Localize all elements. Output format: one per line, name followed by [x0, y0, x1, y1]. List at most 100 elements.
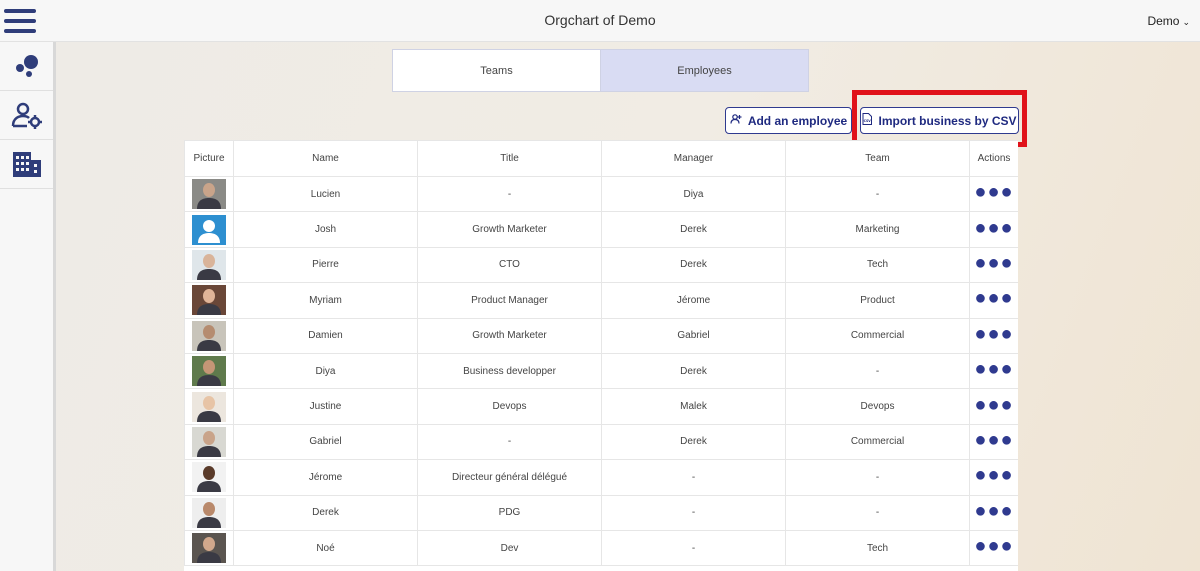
manager-cell: Derek	[601, 352, 786, 390]
title-cell: Growth Marketer	[417, 317, 602, 354]
team-cell: Product	[785, 282, 970, 319]
team-cell: Devops	[785, 388, 970, 425]
title-cell: -	[417, 423, 602, 461]
more-actions-icon[interactable]: ●●●	[974, 217, 1013, 239]
more-actions-icon[interactable]: ●●●	[974, 535, 1013, 557]
picture-cell	[184, 246, 234, 284]
table-row[interactable]: Lucien - Diya - ●●●	[184, 175, 1018, 213]
manager-cell: -	[601, 459, 786, 496]
picture-cell	[184, 211, 234, 248]
picture-cell	[184, 175, 234, 213]
table-row[interactable]: Justine Devops Malek Devops ●●●	[184, 388, 1018, 425]
team-cell: Commercial	[785, 317, 970, 354]
actions-cell: ●●●	[969, 352, 1018, 390]
title-cell: Directeur général délégué	[417, 459, 602, 496]
add-employee-button[interactable]: Add an employee	[725, 107, 852, 134]
title-cell: CTO	[417, 246, 602, 284]
manager-cell: Gabriel	[601, 317, 786, 354]
name-cell: Pierre	[233, 246, 418, 284]
avatar	[192, 249, 226, 280]
manager-cell: -	[601, 529, 786, 567]
more-actions-icon[interactable]: ●●●	[974, 500, 1013, 522]
table-row[interactable]: Damien Growth Marketer Gabriel Commercial ●●…	[184, 317, 1018, 354]
name-cell: Noé	[233, 529, 418, 567]
table-row[interactable]: Diya Business developper Derek - ●●●	[184, 352, 1018, 390]
team-cell: Marketing	[785, 211, 970, 248]
sidebar-item-business[interactable]	[0, 140, 53, 189]
manager-cell: -	[601, 494, 786, 531]
sidebar-item-orgchart[interactable]	[0, 42, 53, 91]
title-cell: Product Manager	[417, 282, 602, 319]
sidebar	[0, 42, 56, 571]
manager-cell: Diya	[601, 175, 786, 213]
avatar	[192, 356, 226, 387]
more-actions-icon[interactable]: ●●●	[974, 358, 1013, 380]
avatar	[192, 391, 226, 422]
highlight-box	[852, 90, 1027, 147]
table-header-row: Picture Name Title Manager Team Actions	[184, 140, 1018, 177]
user-settings-icon	[11, 102, 42, 129]
picture-cell	[184, 529, 234, 567]
avatar	[192, 497, 226, 528]
employees-table: Picture Name Title Manager Team Actions …	[184, 140, 1018, 571]
picture-cell	[184, 317, 234, 354]
table-row[interactable]: Gabriel - Derek Commercial ●●●	[184, 423, 1018, 461]
team-cell: -	[785, 175, 970, 213]
table-row[interactable]: Josh Growth Marketer Derek Marketing ●●●	[184, 211, 1018, 248]
team-cell: Tech	[785, 246, 970, 284]
more-actions-icon[interactable]: ●●●	[974, 287, 1013, 309]
name-cell: Josh	[233, 211, 418, 248]
user-menu[interactable]: Demo ⌄	[1147, 14, 1190, 28]
table-row[interactable]: Myriam Product Manager Jérome Product ●●●	[184, 282, 1018, 319]
manager-cell: Derek	[601, 423, 786, 461]
picture-cell	[184, 494, 234, 531]
table-row[interactable]: Jérome Directeur général délégué - - ●●●	[184, 459, 1018, 496]
picture-cell	[184, 282, 234, 319]
actions-cell: ●●●	[969, 282, 1018, 319]
building-icon	[12, 152, 41, 177]
manager-cell: Jérome	[601, 282, 786, 319]
avatar	[192, 320, 226, 351]
header-title: Title	[417, 140, 602, 177]
name-cell: Gabriel	[233, 423, 418, 461]
more-actions-icon[interactable]: ●●●	[974, 429, 1013, 451]
table-row[interactable]: Noé Dev - Tech ●●●	[184, 529, 1018, 567]
more-actions-icon[interactable]: ●●●	[974, 323, 1013, 345]
picture-cell	[184, 423, 234, 461]
page-title: Orgchart of Demo	[544, 12, 656, 28]
sidebar-item-users[interactable]	[0, 91, 53, 140]
table-row[interactable]: Pierre CTO Derek Tech ●●●	[184, 246, 1018, 284]
picture-cell	[184, 388, 234, 425]
team-cell: Commercial	[785, 423, 970, 461]
picture-cell	[184, 459, 234, 496]
more-actions-icon[interactable]: ●●●	[974, 394, 1013, 416]
avatar	[192, 179, 226, 210]
title-cell: -	[417, 175, 602, 213]
actions-cell: ●●●	[969, 423, 1018, 461]
more-actions-icon[interactable]: ●●●	[974, 464, 1013, 486]
team-cell: -	[785, 494, 970, 531]
more-actions-icon[interactable]: ●●●	[974, 252, 1013, 274]
more-actions-icon[interactable]: ●●●	[974, 181, 1013, 203]
tab-teams[interactable]: Teams	[393, 50, 600, 91]
header-name: Name	[233, 140, 418, 177]
actions-cell: ●●●	[969, 317, 1018, 354]
user-menu-label: Demo	[1147, 14, 1180, 28]
name-cell: Lucien	[233, 175, 418, 213]
title-cell: PDG	[417, 494, 602, 531]
avatar	[192, 285, 226, 316]
header-picture: Picture	[184, 140, 234, 177]
chevron-down-icon: ⌄	[1182, 17, 1190, 27]
manager-cell: Derek	[601, 246, 786, 284]
tab-employees[interactable]: Employees	[600, 50, 808, 91]
team-cell: -	[785, 352, 970, 390]
actions-cell: ●●●	[969, 388, 1018, 425]
name-cell: Jérome	[233, 459, 418, 496]
name-cell: Myriam	[233, 282, 418, 319]
manager-cell: Derek	[601, 211, 786, 248]
table-row[interactable]: Derek PDG - - ●●●	[184, 494, 1018, 531]
name-cell: Justine	[233, 388, 418, 425]
add-employee-label: Add an employee	[747, 113, 848, 128]
name-cell: Diya	[233, 352, 418, 390]
actions-cell: ●●●	[969, 175, 1018, 213]
